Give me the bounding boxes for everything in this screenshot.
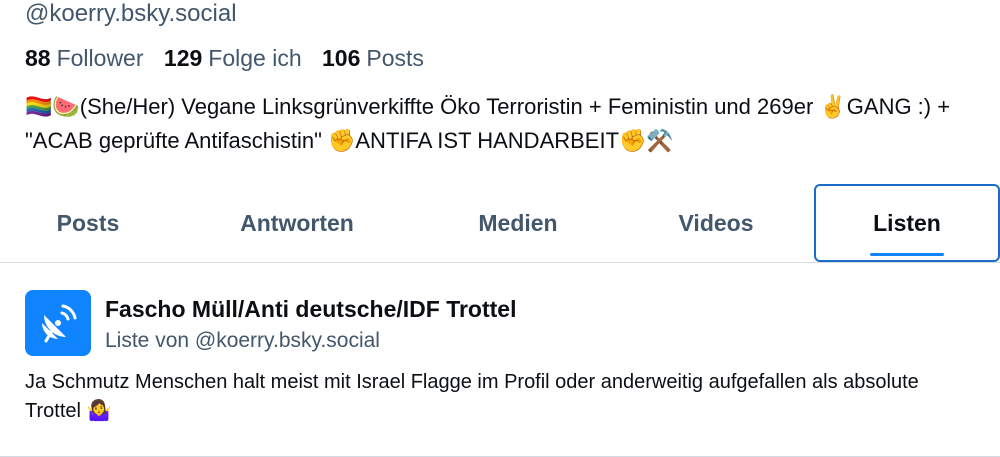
tab-replies[interactable]: Antworten xyxy=(176,184,418,262)
tab-videos[interactable]: Videos xyxy=(618,184,814,262)
profile-handle: @koerry.bsky.social xyxy=(25,0,237,27)
posts-count: 106 xyxy=(322,45,361,71)
profile-bio: 🏳️‍🌈🍉(She/Her) Vegane Linksgrünverkiffte… xyxy=(25,94,951,153)
followers-count: 88 xyxy=(25,45,51,71)
satellite-dish-icon xyxy=(42,304,77,343)
profile-tabs: Posts Antworten Medien Videos Listen xyxy=(0,184,1000,263)
posts-stat: 106 Posts xyxy=(322,45,438,71)
posts-label: Posts xyxy=(366,45,424,71)
tab-media[interactable]: Medien xyxy=(418,184,618,262)
followers-label: Follower xyxy=(56,45,144,71)
tab-posts[interactable]: Posts xyxy=(0,184,176,262)
following-stat[interactable]: 129 Folge ich xyxy=(164,45,322,71)
following-label: Folge ich xyxy=(208,45,302,71)
list-title[interactable]: Fascho Müll/Anti deutsche/IDF Trottel xyxy=(105,293,516,325)
followers-stat[interactable]: 88 Follower xyxy=(25,45,164,71)
tab-lists-label: Listen xyxy=(873,209,941,236)
tab-lists[interactable]: Listen xyxy=(814,184,1000,262)
profile-stats: 88 Follower 129 Folge ich 106 Posts xyxy=(25,42,438,74)
list-owner: Liste von @koerry.bsky.social xyxy=(105,329,380,352)
list-avatar xyxy=(25,290,91,356)
list-item[interactable]: Fascho Müll/Anti deutsche/IDF Trottel Li… xyxy=(0,263,1000,457)
list-description: Ja Schmutz Menschen halt meist mit Israe… xyxy=(25,371,919,422)
following-count: 129 xyxy=(163,45,203,71)
active-tab-indicator xyxy=(870,253,944,256)
